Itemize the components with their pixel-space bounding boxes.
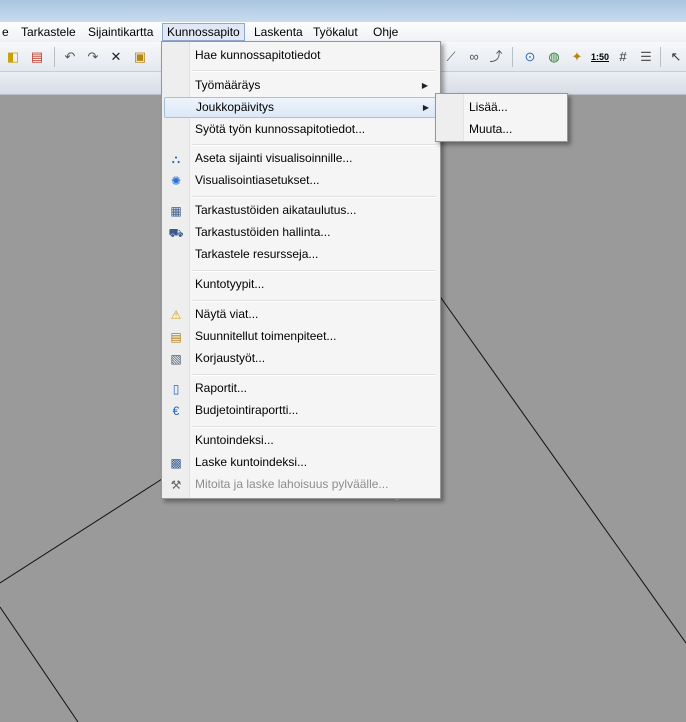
map-line bbox=[438, 294, 686, 644]
submenu-item-lisaa[interactable]: Lisää... bbox=[469, 97, 508, 117]
menu-kunnossapito[interactable]: Kunnossapito bbox=[162, 23, 245, 41]
menu-item-kuntotyypit[interactable]: Kuntotyypit... bbox=[164, 274, 436, 295]
menu-separator bbox=[192, 374, 436, 376]
menu-item-label: Näytä viat... bbox=[195, 307, 259, 321]
menu-item-label: Tarkastustöiden hallinta... bbox=[195, 225, 331, 239]
pointer-icon[interactable]: ↖ bbox=[668, 49, 684, 65]
layers-icon[interactable]: ☰ bbox=[638, 49, 654, 65]
menu-item-label: Kuntoindeksi... bbox=[195, 433, 274, 447]
menu-item-tarkastustoiden-aikataulutus[interactable]: ▦ Tarkastustöiden aikataulutus... bbox=[164, 200, 436, 221]
submenu-arrow-icon: ▶ bbox=[422, 103, 429, 112]
menu-item-label: Joukkopäivitys bbox=[196, 100, 275, 114]
schedule-icon: ▦ bbox=[170, 204, 182, 218]
link-icon[interactable]: ∞ bbox=[466, 49, 482, 65]
menu-item-syota-tyon-tiedot[interactable]: Syötä työn kunnossapitotiedot... bbox=[164, 119, 436, 140]
menu-item-hae-kunnossapitotiedot[interactable]: Hae kunnossapitotiedot bbox=[164, 45, 436, 66]
window-title-bar bbox=[0, 0, 686, 22]
map-icon[interactable]: ✦ bbox=[569, 49, 585, 65]
menu-icon-gutter bbox=[436, 94, 464, 141]
menu-tyokalut[interactable]: Työkalut bbox=[309, 24, 362, 40]
calculate-icon: ▩ bbox=[170, 456, 182, 470]
menu-item-nayta-viat[interactable]: ⚠ Näytä viat... bbox=[164, 304, 436, 325]
settings-icon[interactable]: ⊙ bbox=[522, 49, 538, 65]
menu-sijaintikartta[interactable]: Sijaintikartta bbox=[84, 24, 157, 40]
menu-item-budjetointiraportti[interactable]: € Budjetointiraportti... bbox=[164, 400, 436, 421]
menu-item-laske-kuntoindeksi[interactable]: ▩ Laske kuntoindeksi... bbox=[164, 452, 436, 473]
node-icon[interactable]: ⟋ bbox=[443, 49, 459, 65]
menu-item-label: Mitoita ja laske lahoisuus pylväälle... bbox=[195, 477, 389, 491]
menu-bar: e Tarkastele Sijaintikartta Kunnossapito… bbox=[0, 22, 686, 43]
menu-item-label: Suunnitellut toimenpiteet... bbox=[195, 329, 337, 343]
globe-icon[interactable]: ◍ bbox=[546, 49, 562, 65]
toolbar-separator bbox=[54, 47, 55, 67]
menu-tarkastele[interactable]: Tarkastele bbox=[17, 24, 80, 40]
menu-item-label: Laske kuntoindeksi... bbox=[195, 455, 308, 469]
menu-item-kuntoindeksi[interactable]: Kuntoindeksi... bbox=[164, 430, 436, 451]
menu-item-label: Budjetointiraportti... bbox=[195, 403, 299, 417]
menu-item-tarkastele-resursseja[interactable]: Tarkastele resursseja... bbox=[164, 244, 436, 265]
menu-item-korjaustyot[interactable]: ▧ Korjaustyöt... bbox=[164, 348, 436, 369]
package-icon[interactable]: ▣ bbox=[132, 49, 148, 65]
budget-icon: € bbox=[172, 404, 180, 418]
menu-item-label: Raportit... bbox=[195, 381, 248, 395]
redo-icon[interactable]: ↷ bbox=[85, 49, 101, 65]
menu-item-label: Aseta sijainti visualisoinnille... bbox=[195, 151, 353, 165]
map-line bbox=[0, 478, 163, 584]
visual-settings-icon: ✺ bbox=[170, 174, 182, 188]
menu-item-partial[interactable]: e bbox=[0, 24, 13, 40]
pole-icon: ⚒ bbox=[170, 478, 182, 492]
menu-separator bbox=[192, 300, 436, 302]
menu-separator bbox=[192, 196, 436, 198]
submenu-arrow-icon: ▶ bbox=[421, 81, 428, 90]
kunnossapito-menu: Hae kunnossapitotiedot Työmääräys ▶ Jouk… bbox=[161, 41, 441, 499]
menu-separator bbox=[192, 144, 436, 146]
menu-item-label: Hae kunnossapitotiedot bbox=[195, 48, 321, 62]
delete-icon[interactable]: ✕ bbox=[108, 49, 124, 65]
menu-separator bbox=[192, 270, 436, 272]
scale-icon[interactable]: 1:50 bbox=[591, 49, 609, 65]
menu-item-tarkastustoiden-hallinta[interactable]: ⛟ Tarkastustöiden hallinta... bbox=[164, 222, 436, 243]
menu-item-suunnitellut-toimenpiteet[interactable]: ▤ Suunnitellut toimenpiteet... bbox=[164, 326, 436, 347]
menu-laskenta[interactable]: Laskenta bbox=[250, 24, 307, 40]
folder-icon[interactable]: ▤ bbox=[29, 49, 45, 65]
inspection-icon: ⛟ bbox=[168, 226, 184, 240]
menu-item-label: Visualisointiasetukset... bbox=[195, 173, 320, 187]
menu-item-label: Työmääräys bbox=[195, 78, 261, 92]
clipboard-icon: ▤ bbox=[170, 330, 182, 344]
menu-item-label: Tarkastele resursseja... bbox=[195, 247, 319, 261]
menu-item-label: Kuntotyypit... bbox=[195, 277, 265, 291]
menu-item-mitoita-lahoisuus: ⚒ Mitoita ja laske lahoisuus pylväälle..… bbox=[164, 474, 436, 495]
menu-item-visualisointiasetukset[interactable]: ✺ Visualisointiasetukset... bbox=[164, 170, 436, 191]
undo-icon[interactable]: ↶ bbox=[62, 49, 78, 65]
app-icon[interactable]: ◧ bbox=[5, 49, 21, 65]
menu-separator bbox=[192, 70, 436, 72]
menu-item-label: Syötä työn kunnossapitotiedot... bbox=[195, 122, 366, 136]
locate-icon: ⛬ bbox=[171, 152, 181, 166]
report-icon: ▯ bbox=[172, 382, 180, 396]
repair-icon: ▧ bbox=[170, 352, 182, 366]
joukkopaivitys-submenu: Lisää... Muuta... bbox=[435, 93, 568, 142]
menu-item-aseta-sijainti[interactable]: ⛬ Aseta sijainti visualisoinnille... bbox=[164, 148, 436, 169]
menu-item-raportit[interactable]: ▯ Raportit... bbox=[164, 378, 436, 399]
toolbar-separator bbox=[660, 47, 661, 67]
menu-separator bbox=[192, 426, 436, 428]
submenu-item-muuta[interactable]: Muuta... bbox=[469, 119, 512, 139]
menu-item-tyomaarays[interactable]: Työmääräys ▶ bbox=[164, 75, 436, 96]
menu-item-label: Korjaustyöt... bbox=[195, 351, 266, 365]
warning-icon: ⚠ bbox=[170, 308, 182, 322]
menu-ohje[interactable]: Ohje bbox=[369, 24, 402, 40]
menu-item-label: Tarkastustöiden aikataulutus... bbox=[195, 203, 357, 217]
menu-item-joukkopaivitys[interactable]: Joukkopäivitys ▶ bbox=[164, 97, 438, 118]
grid-icon[interactable]: # bbox=[615, 49, 631, 65]
map-line bbox=[0, 606, 79, 722]
path-icon[interactable]: ⤴ bbox=[488, 49, 504, 65]
toolbar-separator bbox=[512, 47, 513, 67]
